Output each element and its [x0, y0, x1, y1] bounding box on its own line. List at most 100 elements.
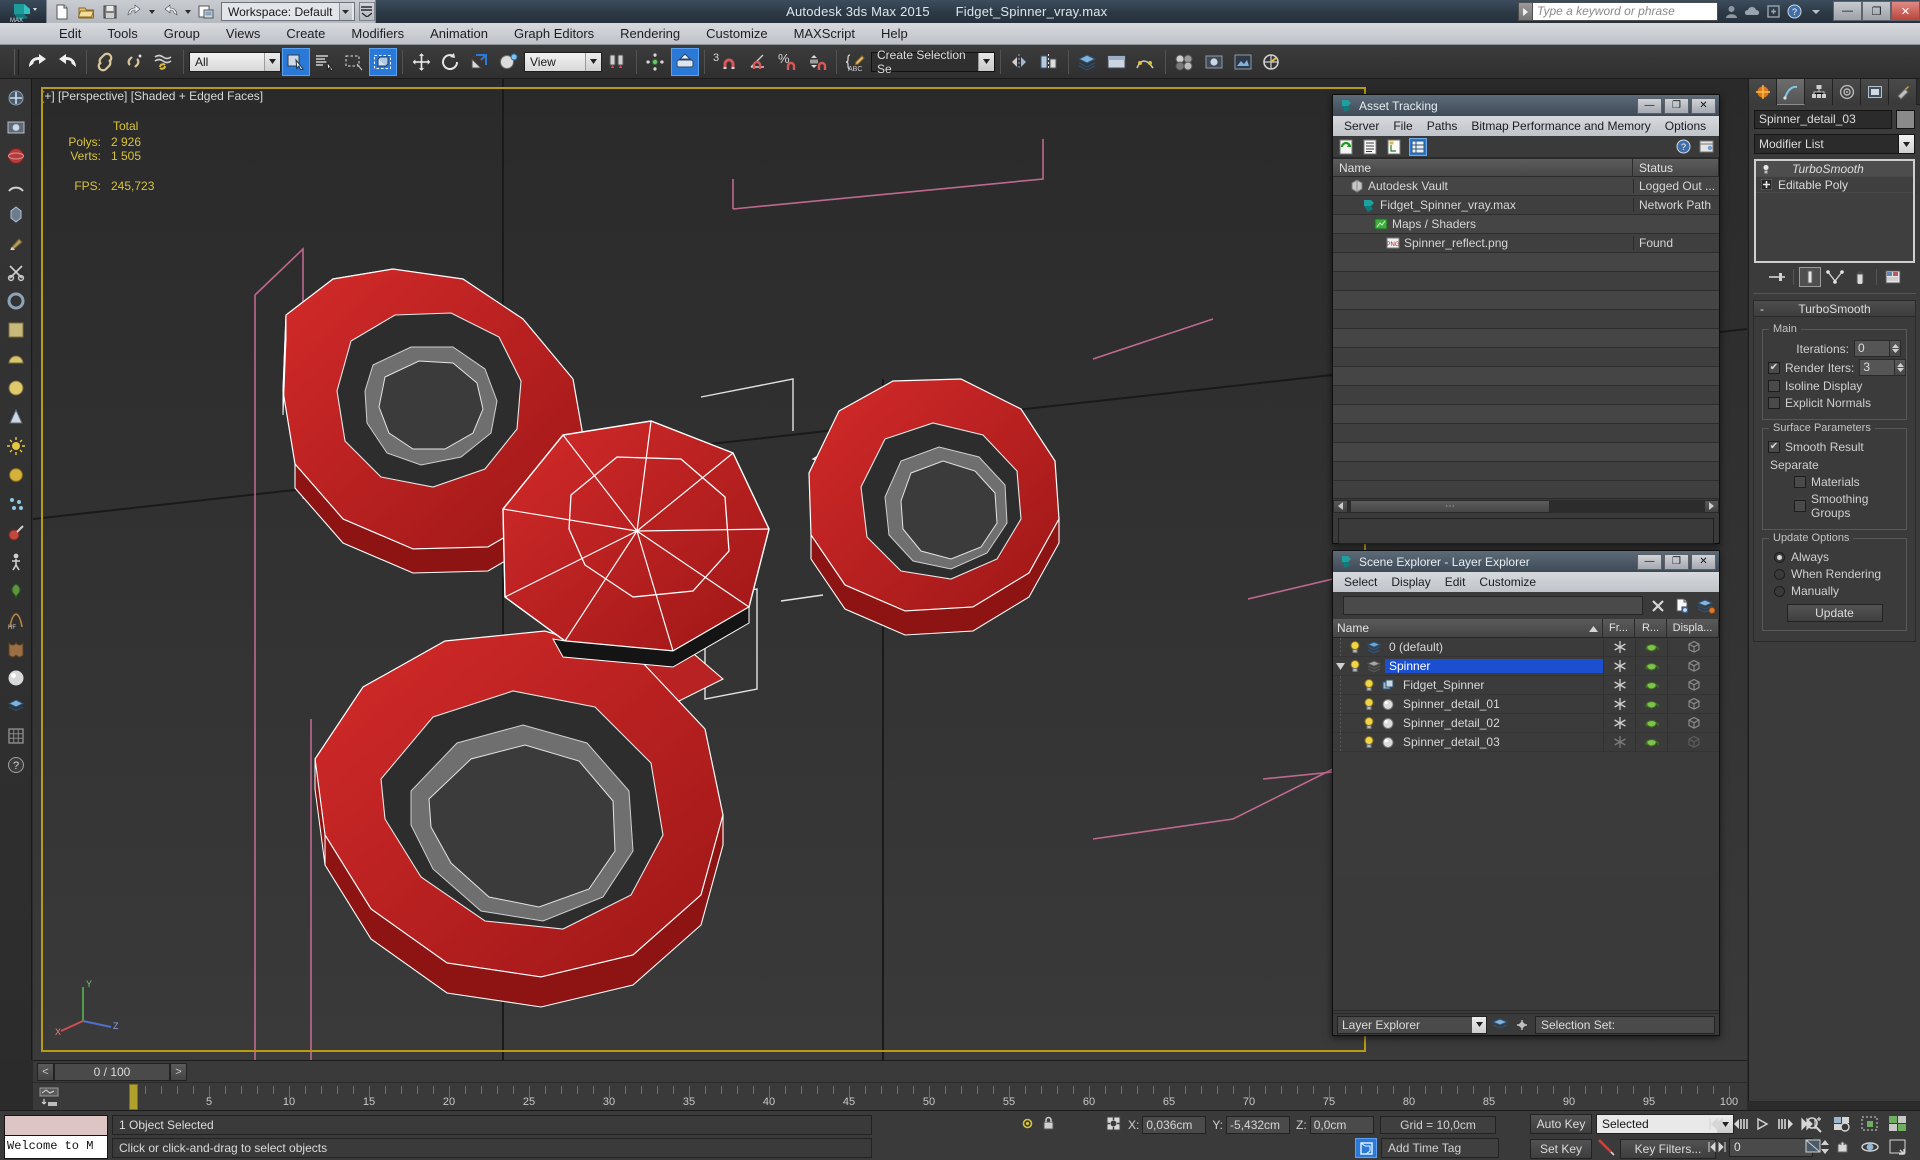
auto-key-button[interactable]: Auto Key	[1530, 1114, 1592, 1134]
percent-snap-toggle-icon[interactable]: %	[774, 48, 802, 76]
display-as-box-toggle-icon[interactable]	[1667, 732, 1719, 752]
isoline-display-checkbox[interactable]	[1768, 380, 1780, 392]
tab-modify[interactable]	[1777, 79, 1805, 105]
isolate-selection-icon[interactable]	[1020, 1116, 1035, 1134]
listener-input-area[interactable]	[5, 1116, 107, 1136]
zoom-all-icon[interactable]	[1828, 1113, 1855, 1135]
expander-collapse-icon[interactable]	[1333, 657, 1347, 676]
add-time-tag-button[interactable]: Add Time Tag	[1381, 1138, 1499, 1158]
expand-subobject-icon[interactable]	[1758, 178, 1774, 192]
save-file-icon[interactable]	[99, 1, 121, 22]
exchange-app-icon[interactable]	[1764, 2, 1783, 21]
layer-settings-icon[interactable]	[1697, 597, 1715, 615]
zoom-extents-all-icon[interactable]	[1884, 1113, 1911, 1135]
new-file-icon[interactable]	[51, 1, 73, 22]
max-logo-icon[interactable]: MAX	[0, 0, 46, 23]
set-key-mode-icon[interactable]	[1596, 1137, 1616, 1160]
undo-scene-icon[interactable]	[24, 48, 52, 76]
show-end-result-icon[interactable]	[1798, 267, 1821, 287]
open-file-icon[interactable]	[75, 1, 97, 22]
question-help-icon[interactable]: ?	[3, 752, 29, 778]
ribbon-toggle-icon[interactable]	[1103, 48, 1131, 76]
help-icon[interactable]: ?	[1785, 2, 1804, 21]
select-and-rotate-icon[interactable]	[437, 48, 465, 76]
absolute-mode-toggle-icon[interactable]	[1105, 1115, 1122, 1135]
snapshot-icon[interactable]	[3, 114, 29, 140]
coord-y-input[interactable]: -5,432cm	[1226, 1116, 1291, 1134]
asset-menu-bitmap-performance-and-memory[interactable]: Bitmap Performance and Memory	[1464, 118, 1657, 134]
display-as-box-toggle-icon[interactable]	[1667, 656, 1719, 676]
tab-motion[interactable]	[1833, 79, 1861, 105]
asset-menu-options[interactable]: Options	[1658, 118, 1713, 134]
zoom-extents-icon[interactable]	[1856, 1113, 1883, 1135]
helper-tool-icon[interactable]	[3, 201, 29, 227]
select-and-manipulate-icon[interactable]	[671, 47, 699, 76]
scissors-tool-icon[interactable]	[3, 259, 29, 285]
explorer-col-render[interactable]: R...	[1635, 619, 1667, 637]
render-setup-icon[interactable]	[1200, 48, 1228, 76]
scene-explorer-tree[interactable]: 0 (default) Spinner Fidget_Spinner Spinner_…	[1333, 638, 1719, 876]
new-layer-icon[interactable]	[1673, 597, 1691, 615]
clear-search-icon[interactable]	[1649, 597, 1667, 615]
asset-row[interactable]: PNG Spinner_reflect.png Found	[1333, 234, 1719, 253]
asset-row-empty[interactable]	[1333, 329, 1719, 348]
menu-item-help[interactable]: Help	[868, 24, 921, 43]
undo-dropdown-icon[interactable]	[147, 1, 157, 22]
align-icon[interactable]	[1035, 48, 1063, 76]
menu-item-tools[interactable]: Tools	[94, 24, 150, 43]
display-as-box-toggle-icon[interactable]	[1667, 713, 1719, 733]
explorer-row[interactable]: Spinner_detail_01	[1333, 694, 1719, 714]
sphere-tool-icon[interactable]	[3, 143, 29, 169]
asset-col-status[interactable]: Status	[1633, 159, 1719, 176]
explorer-col-freeze[interactable]: Fr...	[1603, 619, 1635, 637]
tab-hierarchy[interactable]	[1805, 79, 1833, 105]
redo-icon[interactable]	[159, 1, 181, 22]
freeze-toggle-icon[interactable]	[1603, 732, 1635, 752]
modifier-list-combo[interactable]: Modifier List	[1754, 134, 1915, 154]
listener-output-area[interactable]: Welcome to M	[5, 1136, 107, 1158]
circle-tool-icon[interactable]	[3, 375, 29, 401]
asset-path-field[interactable]	[1338, 518, 1714, 544]
asset-row-empty[interactable]	[1333, 443, 1719, 462]
grid-tool-icon[interactable]	[3, 723, 29, 749]
renderable-toggle-icon[interactable]	[1635, 713, 1667, 733]
asset-row-empty[interactable]	[1333, 310, 1719, 329]
scroll-thumb[interactable]: ⋯	[1350, 499, 1550, 513]
menu-item-views[interactable]: Views	[213, 24, 273, 43]
curve-editor-icon[interactable]	[1132, 48, 1160, 76]
grid-view-icon[interactable]	[1409, 137, 1427, 156]
remove-modifier-icon[interactable]	[1849, 267, 1871, 287]
next-frame-icon[interactable]	[1775, 1114, 1797, 1134]
renderable-toggle-icon[interactable]	[1635, 638, 1667, 657]
asset-row-empty[interactable]	[1333, 405, 1719, 424]
object-name-input[interactable]: Spinner_detail_03	[1754, 110, 1892, 129]
named-selection-set-combo[interactable]: Create Selection Se	[871, 48, 995, 76]
maxscript-listener[interactable]: Welcome to M	[4, 1115, 108, 1159]
minimize-button[interactable]: —	[1833, 1, 1862, 21]
asset-tracking-titlebar[interactable]: Asset Tracking — ❐ ✕	[1333, 95, 1719, 116]
select-object-icon[interactable]	[282, 47, 310, 76]
paint-tool-icon[interactable]	[3, 520, 29, 546]
modifier-stack-row[interactable]: TurboSmooth	[1756, 161, 1913, 177]
sign-in-icon[interactable]	[1722, 2, 1741, 21]
make-unique-icon[interactable]	[1824, 267, 1846, 287]
explorer-menu-edit[interactable]: Edit	[1438, 574, 1473, 590]
redo-scene-icon[interactable]	[53, 48, 81, 76]
track-bar[interactable]: 5 10 15 20 25 30 35 40 45 50 55 60 65 70 75 80 85 90 95 100	[33, 1082, 1747, 1110]
select-and-scale-icon[interactable]	[466, 48, 494, 76]
asset-row-empty[interactable]	[1333, 348, 1719, 367]
render-iters-checkbox[interactable]	[1768, 361, 1780, 374]
footer-layer-icon[interactable]	[1491, 1016, 1509, 1034]
modifier-stack-row[interactable]: Editable Poly	[1756, 177, 1913, 193]
renderable-toggle-icon[interactable]	[1635, 656, 1667, 676]
renderable-toggle-icon[interactable]	[1635, 732, 1667, 752]
asset-row-empty[interactable]	[1333, 424, 1719, 443]
dependency-view-icon[interactable]	[1385, 138, 1403, 156]
tab-utilities[interactable]	[1889, 79, 1917, 105]
explorer-col-name[interactable]: Name	[1333, 619, 1603, 637]
asset-minimize-button[interactable]: —	[1637, 97, 1662, 114]
time-slider-control[interactable]: < 0 / 100 >	[37, 1062, 187, 1081]
explorer-menu-display[interactable]: Display	[1384, 574, 1437, 590]
bind-to-spacewarp-icon[interactable]	[150, 48, 178, 76]
selection-set-field[interactable]: Selection Set:	[1535, 1015, 1715, 1034]
